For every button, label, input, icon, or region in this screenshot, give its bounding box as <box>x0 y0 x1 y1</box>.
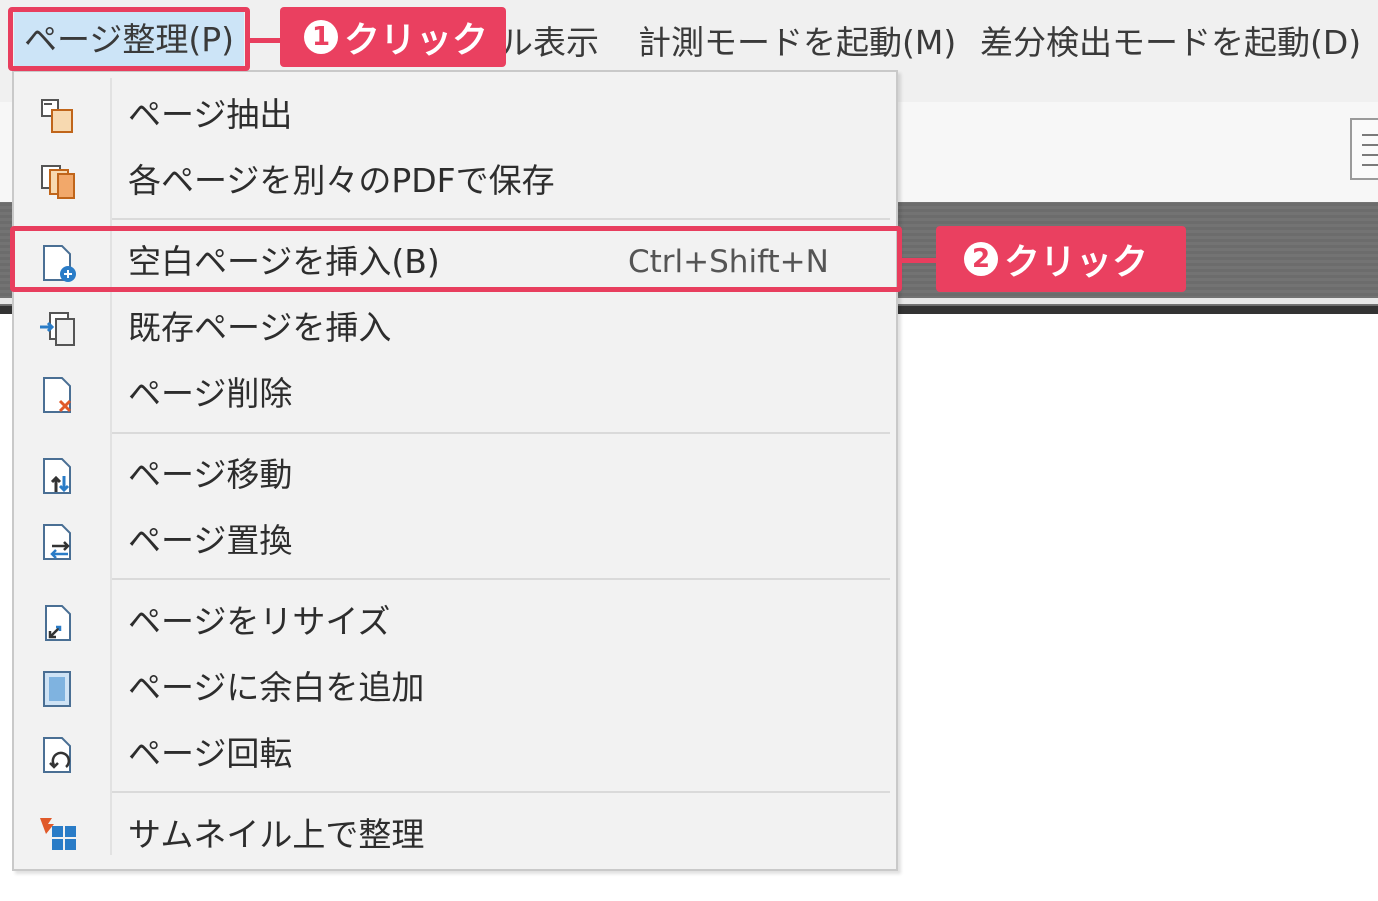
move-page-icon <box>43 458 71 494</box>
menu-item-label: ページ削除 <box>128 374 293 413</box>
callout-connector <box>250 38 282 43</box>
split-pages-icon <box>41 165 75 199</box>
highlight-box-step1 <box>8 7 250 71</box>
callout-text: クリック <box>344 20 489 61</box>
menu-item-label: サムネイル上で整理 <box>128 815 425 854</box>
menu-item-move-page[interactable]: ページ移動 <box>14 442 896 508</box>
step-number-badge: 2 <box>964 242 998 276</box>
menu-separator <box>112 218 890 220</box>
step-number-badge: 1 <box>304 20 338 54</box>
callout-step2: 2 クリック <box>936 226 1186 292</box>
menu-item-label: ページ移動 <box>128 455 293 494</box>
rotate-page-icon <box>43 737 71 773</box>
page-organize-dropdown: ページ抽出 各ページを別々のPDFで保存 空白ページを挿入(B) Ctrl+Sh… <box>12 70 898 871</box>
menu-item-label: ページをリサイズ <box>128 602 391 641</box>
list-view-button[interactable] <box>1350 118 1378 180</box>
menu-item-extract-page[interactable]: ページ抽出 <box>14 82 896 148</box>
callout-text: クリック <box>1004 242 1149 283</box>
replace-page-icon <box>43 524 71 560</box>
menu-separator <box>112 578 890 580</box>
menu-item-label: 既存ページを挿入 <box>128 308 392 347</box>
menu-item-insert-existing-page[interactable]: 既存ページを挿入 <box>14 295 896 361</box>
thumbnail-organize-icon <box>40 818 76 850</box>
menu-item-rotate-page[interactable]: ページ回転 <box>14 721 896 787</box>
menu-item-label: ページ回転 <box>128 734 293 773</box>
menu-item-thumbnail-organize[interactable]: サムネイル上で整理 <box>14 802 896 868</box>
menu-item-delete-page[interactable]: ページ削除 <box>14 361 896 427</box>
menu-item-label: ページに余白を追加 <box>128 668 425 707</box>
menu-item-add-margin[interactable]: ページに余白を追加 <box>14 655 896 721</box>
menu-diff-mode[interactable]: 差分検出モードを起動(D) <box>980 14 1361 72</box>
add-margin-icon <box>43 671 71 707</box>
menu-measure-mode[interactable]: 計測モードを起動(M) <box>638 14 956 72</box>
menu-item-replace-page[interactable]: ページ置換 <box>14 508 896 574</box>
menu-item-split-pages[interactable]: 各ページを別々のPDFで保存 <box>14 148 896 214</box>
highlight-box-step2 <box>10 226 902 292</box>
menu-item-resize-page[interactable]: ページをリサイズ <box>14 589 896 655</box>
menu-item-label: ページ抽出 <box>128 95 293 134</box>
callout-step1: 1 クリック <box>280 7 506 67</box>
delete-page-icon <box>43 377 72 413</box>
insert-existing-page-icon <box>40 312 75 346</box>
resize-page-icon <box>45 605 71 641</box>
callout-connector <box>902 258 938 263</box>
extract-page-icon <box>41 99 73 133</box>
menu-view[interactable]: ル表示 <box>500 14 599 72</box>
menu-separator <box>112 791 890 793</box>
menu-item-label: ページ置換 <box>128 521 293 560</box>
menu-item-label: 各ページを別々のPDFで保存 <box>128 161 555 200</box>
menu-separator <box>112 432 890 434</box>
